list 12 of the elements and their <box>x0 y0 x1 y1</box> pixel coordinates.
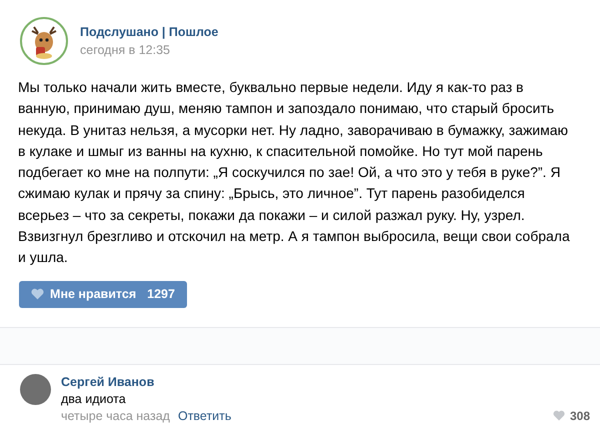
user-avatar[interactable] <box>20 374 51 405</box>
post-text: Мы только начали жить вместе, буквально первые недели. Иду я как-то раз в ванную, принимаю душ, меняю тампон и запоздало понимаю, что старый бросить некуда. В унитаз нельзя, а мусорки нет. Ну ладно, заворачиваю в бумажку, зажимаю в кулаке и шмыг из ванны на кухню, к спасительной помойке. Но тут мой парень подбегает ко мне на полпути: „Я соскучился по зае! Ой, а что это у тебя в руке?”. Я сжимаю кулак и прячу за спину: „Брысь, это личное”. Тут парень разобиделся всерьез – что за секреты, покажи да покажи – и силой разжал руку. Ну, узрел. Взвизгнул брезгливо и отскочил на метр. А я тампон выбросила, вещи свои собрала и ушла. <box>18 78 571 268</box>
author-name[interactable]: Подслушано | Пошлое <box>80 25 218 39</box>
heart-icon <box>31 288 44 300</box>
comment-time: четыре часа назад <box>61 408 170 423</box>
like-count: 308 <box>570 408 590 423</box>
like-button[interactable]: Мне нравится 1297 <box>19 280 187 308</box>
reply-link[interactable]: Ответить <box>178 408 232 423</box>
deer-avatar-drawing <box>20 17 68 65</box>
commenter-name[interactable]: Сергей Иванов <box>61 374 590 389</box>
post-time: сегодня в 12:35 <box>80 43 171 57</box>
comment-text: два идиота <box>61 392 127 406</box>
